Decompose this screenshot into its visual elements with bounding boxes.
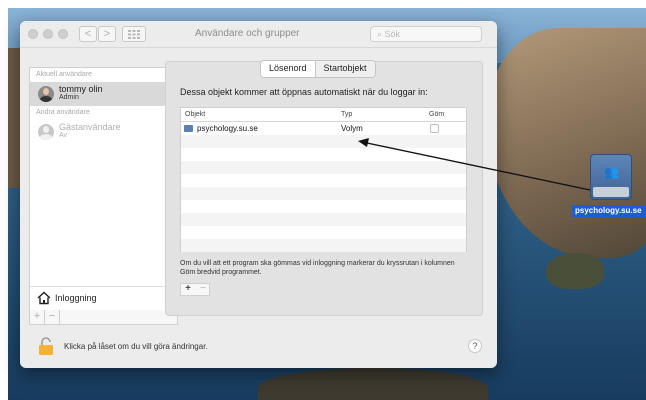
house-icon xyxy=(37,291,51,305)
back-button[interactable]: < xyxy=(79,26,97,42)
drive-base-icon xyxy=(593,187,629,197)
desktop-rock xyxy=(546,253,604,289)
desktop-item-label[interactable]: psychology.su.se xyxy=(572,205,646,217)
login-options-item[interactable]: Inloggning xyxy=(30,286,177,310)
users-groups-window: < > Användare och grupper ⌕ Sök Aktuell … xyxy=(20,21,497,368)
table-row-empty xyxy=(181,135,466,148)
table-row-empty xyxy=(181,200,466,213)
item-type: Volym xyxy=(341,124,363,133)
table-row-empty xyxy=(181,174,466,187)
table-header: Objekt Typ Göm xyxy=(181,108,466,122)
user-row-guest[interactable]: Gästanvändare Av xyxy=(30,120,177,144)
search-icon: ⌕ xyxy=(377,29,385,39)
forward-button[interactable]: > xyxy=(98,26,116,42)
tab-password[interactable]: Lösenord xyxy=(261,61,315,77)
user-role: Admin xyxy=(59,94,79,101)
title-bar[interactable]: < > Användare och grupper ⌕ Sök xyxy=(20,21,497,48)
user-list-controls: + − xyxy=(29,310,178,325)
search-placeholder: Sök xyxy=(384,29,401,39)
login-items-table: Objekt Typ Göm psychology.su.se Volym xyxy=(180,107,467,252)
table-row[interactable]: psychology.su.se Volym xyxy=(181,122,466,135)
current-user-header: Aktuell användare xyxy=(36,71,93,78)
guest-status: Av xyxy=(59,132,68,139)
user-avatar xyxy=(38,86,54,102)
other-users-header: Andra användare xyxy=(36,109,90,116)
desktop-cliff xyxy=(486,28,646,258)
user-name: tommy olin xyxy=(59,84,103,94)
remove-user-button[interactable]: − xyxy=(45,310,60,324)
table-row-empty xyxy=(181,226,466,239)
guest-name: Gästanvändare xyxy=(59,122,121,132)
table-row-empty xyxy=(181,148,466,161)
table-row-empty xyxy=(181,213,466,226)
item-name: psychology.su.se xyxy=(197,124,258,133)
search-field[interactable]: ⌕ Sök xyxy=(370,26,482,42)
minimize-button[interactable] xyxy=(43,29,53,39)
lock-icon[interactable] xyxy=(38,337,54,355)
user-row-tommy-olin[interactable]: tommy olin Admin xyxy=(30,82,177,106)
table-row-empty xyxy=(181,187,466,200)
user-list: Aktuell användare tommy olin Admin Andra… xyxy=(29,67,178,311)
column-object[interactable]: Objekt xyxy=(185,111,205,118)
people-icon: 👥 xyxy=(604,165,619,179)
login-items-controls: + − xyxy=(180,283,210,296)
hide-checkbox[interactable] xyxy=(430,124,439,133)
desktop-island xyxy=(258,368,488,400)
tab-bar: Lösenord Startobjekt xyxy=(260,60,376,78)
column-type[interactable]: Typ xyxy=(341,111,352,118)
add-login-item-button[interactable]: + xyxy=(181,283,195,294)
table-row-empty xyxy=(181,239,466,252)
close-button[interactable] xyxy=(28,29,38,39)
hide-instructions: Om du vill att ett program ska gömmas vi… xyxy=(180,260,455,276)
help-button[interactable]: ? xyxy=(468,339,482,353)
guest-avatar xyxy=(38,124,54,140)
grid-icon xyxy=(128,30,140,39)
network-volume-icon xyxy=(184,125,193,132)
network-volume-desktop-icon[interactable]: 👥 xyxy=(590,154,632,200)
show-all-button[interactable] xyxy=(122,26,146,42)
zoom-button[interactable] xyxy=(58,29,68,39)
lock-message: Klicka på låset om du vill göra ändringa… xyxy=(64,342,208,351)
add-user-button[interactable]: + xyxy=(30,310,45,324)
remove-login-item-button[interactable]: − xyxy=(196,283,210,294)
login-options-label: Inloggning xyxy=(55,293,97,303)
back-icon: < xyxy=(84,28,92,40)
tab-login-items[interactable]: Startobjekt xyxy=(314,61,375,77)
login-items-headline: Dessa objekt kommer att öppnas automatis… xyxy=(180,87,428,97)
column-hide[interactable]: Göm xyxy=(429,111,444,118)
table-row-empty xyxy=(181,161,466,174)
forward-icon: > xyxy=(103,28,111,40)
window-title: Användare och grupper xyxy=(195,28,300,39)
